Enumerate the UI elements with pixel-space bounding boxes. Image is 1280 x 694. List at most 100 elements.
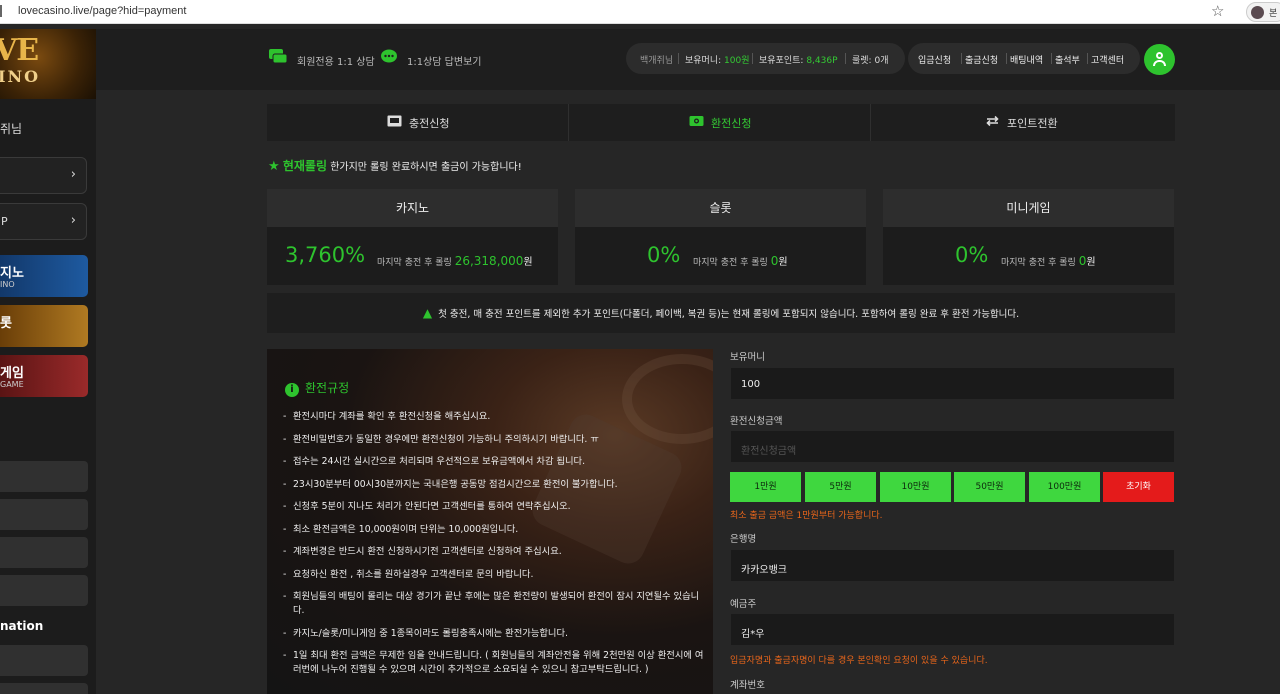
chevron-right-icon: › xyxy=(70,167,76,182)
card-sub: 마지막 충전 후 롤링 xyxy=(693,258,768,268)
site-logo[interactable]: VE INO xyxy=(0,29,96,99)
holder-label: 예금주 xyxy=(730,599,757,610)
list-item: 23시30분부터 00시30분까지는 국내은행 공동망 점검시간으로 환전이 불… xyxy=(283,478,708,492)
card-percent: 0% xyxy=(955,243,989,267)
list-item: 접수는 24시간 실시간으로 처리되며 우선적으로 보유금액에서 차감 됩니다. xyxy=(283,455,708,469)
point-value: 8,436P xyxy=(806,56,838,66)
money-label: 보유머니 xyxy=(730,352,765,363)
sidebar: VE INO 쥐님 › P › 지노 INO 롯 게임 GAME nation xyxy=(0,29,96,694)
card-percent: 0% xyxy=(647,243,681,267)
sidebar-game-slot[interactable]: 롯 xyxy=(0,305,88,347)
list-item: 계좌변경은 반드시 환전 신청하시기전 고객센터로 신청하여 주십시요. xyxy=(283,545,708,559)
list-item: 1일 최대 환전 금액은 무제한 임을 안내드립니다. ( 회원님들의 계좌안전… xyxy=(283,649,708,677)
tab-withdraw[interactable]: 환전신청 xyxy=(569,104,871,141)
top-bar: 회원전용 1:1 상담 1:1상담 답변보기 백개쥐님 보유머니: 100원 보… xyxy=(96,29,1280,90)
message-bubble-icon xyxy=(381,49,397,63)
info-icon: i xyxy=(285,383,299,397)
rolling-card-slot: 슬롯 0% 마지막 충전 후 롤링 0원 xyxy=(575,189,866,285)
site-info-icon[interactable] xyxy=(0,5,8,17)
menu-support[interactable]: 고객센터 xyxy=(1091,53,1124,66)
menu-withdraw[interactable]: 출금신청 xyxy=(965,53,998,66)
sidebar-link-5[interactable] xyxy=(0,645,88,676)
card-amount: 26,318,000 xyxy=(454,254,524,268)
bank-field: 카카오뱅크 xyxy=(730,549,1175,582)
consult-link[interactable]: 회원전용 1:1 상담 xyxy=(297,53,375,68)
card-sub: 마지막 충전 후 롤링 xyxy=(1001,258,1076,268)
warning-icon: ▲ xyxy=(422,306,433,320)
menu-attendance[interactable]: 출석부 xyxy=(1055,53,1080,66)
add-10k-button[interactable]: 1만원 xyxy=(730,472,801,502)
user-stats-bar: 백개쥐님 보유머니: 100원 보유포인트: 8,436P 룰렛: 0개 xyxy=(626,43,905,74)
list-item: 카지노/슬롯/미니게임 중 1종목이라도 롤링충족시에는 환전가능합니다. xyxy=(283,627,708,641)
url-text[interactable]: lovecasino.live/page?hid=payment xyxy=(18,5,186,17)
wallet-icon xyxy=(387,115,402,127)
list-item: 요청하신 환전 , 취소를 원하실경우 고객센터로 문의 바랍니다. xyxy=(283,568,708,582)
user-icon xyxy=(1156,52,1163,59)
rolling-desc: 한가지만 롤링 완료하시면 출금이 가능합니다! xyxy=(330,162,522,173)
card-percent: 3,760% xyxy=(285,243,366,267)
rolling-card-casino: 카지노 3,760% 마지막 충전 후 롤링 26,318,000원 xyxy=(267,189,558,285)
menu-deposit[interactable]: 입금신청 xyxy=(918,53,951,66)
add-500k-button[interactable]: 50만원 xyxy=(954,472,1025,502)
menu-betting-history[interactable]: 배팅내역 xyxy=(1010,53,1043,66)
cash-icon xyxy=(689,116,704,126)
card-sub: 마지막 충전 후 롤링 xyxy=(377,258,452,268)
chevron-right-icon: › xyxy=(70,213,76,228)
tab-deposit[interactable]: 충전신청 xyxy=(267,104,569,141)
sidebar-section-title: nation xyxy=(0,619,44,633)
sidebar-username: 쥐님 xyxy=(0,122,23,136)
min-amount-notice: 최소 출금 금액은 1만원부터 가능합니다. xyxy=(730,511,883,521)
sidebar-link-2[interactable] xyxy=(0,499,88,530)
rolling-card-minigame: 미니게임 0% 마지막 충전 후 롤링 0원 xyxy=(883,189,1174,285)
card-title: 카지노 xyxy=(267,189,558,227)
holder-notice: 입금자명과 출금자명이 다를 경우 본인확인 요청이 있을 수 있습니다. xyxy=(730,656,988,666)
card-title: 슬롯 xyxy=(575,189,866,227)
account-label: 계좌번호 xyxy=(730,680,765,691)
sidebar-menu-button-2[interactable]: P › xyxy=(0,203,87,240)
rolling-header: ★ 현재롤링 한가지만 롤링 완료하시면 출금이 가능합니다! xyxy=(268,157,522,174)
holder-field: 김*우 xyxy=(730,613,1175,646)
add-100k-button[interactable]: 10만원 xyxy=(880,472,951,502)
sidebar-link-1[interactable] xyxy=(0,461,88,492)
list-item: 회원님들의 배팅이 몰리는 대상 경기가 끝난 후에는 많은 환전량이 발생되어… xyxy=(283,590,708,618)
avatar xyxy=(1251,6,1264,19)
card-title: 미니게임 xyxy=(883,189,1174,227)
star-icon: ★ xyxy=(268,159,280,174)
money-field: 100 xyxy=(730,367,1175,400)
sidebar-game-casino[interactable]: 지노 INO xyxy=(0,255,88,297)
chat-icon xyxy=(269,49,287,64)
list-item: 환전비밀번호가 동일한 경우에만 환전신청이 가능하니 주의하시기 바랍니다. … xyxy=(283,433,708,447)
top-menu: 입금신청 출금신청 배팅내역 출석부 고객센터 xyxy=(908,43,1140,74)
add-1m-button[interactable]: 100만원 xyxy=(1029,472,1100,502)
browser-address-bar: lovecasino.live/page?hid=payment ☆ 본 xyxy=(0,0,1280,24)
withdraw-rules-panel: i환전규정 환전시마다 계좌를 확인 후 환전신청을 해주십시요. 환전비밀번호… xyxy=(267,349,713,694)
tab-point-exchange[interactable]: 포인트전환 xyxy=(871,104,1173,141)
sidebar-menu-button-1[interactable]: › xyxy=(0,157,87,194)
list-item: 환전시마다 계좌를 확인 후 환전신청을 해주십시요. xyxy=(283,410,708,424)
sidebar-link-6[interactable] xyxy=(0,683,88,694)
answers-link[interactable]: 1:1상담 답변보기 xyxy=(407,53,481,68)
profile-button[interactable]: 본 xyxy=(1246,2,1280,22)
bookmark-star-icon[interactable]: ☆ xyxy=(1211,2,1224,20)
sidebar-link-3[interactable] xyxy=(0,537,88,568)
exchange-icon xyxy=(986,115,999,127)
roulette-value: 0개 xyxy=(874,56,889,66)
rules-list: 환전시마다 계좌를 확인 후 환전신청을 해주십시요. 환전비밀번호가 동일한 … xyxy=(283,410,708,686)
rules-title: i 환전규정 xyxy=(285,379,349,397)
money-value: 100원 xyxy=(724,56,750,66)
list-item: 신청후 5분이 지나도 처리가 안된다면 고객센터를 통하여 연락주십시오. xyxy=(283,500,708,514)
rolling-title: 현재롤링 xyxy=(282,159,328,173)
user-profile-button[interactable] xyxy=(1144,44,1175,75)
payment-tabs: 충전신청 환전신청 포인트전환 xyxy=(267,104,1175,141)
profile-label: 본 xyxy=(1269,9,1278,19)
amount-input[interactable]: 환전신청금액 xyxy=(730,430,1175,463)
sidebar-game-minigame[interactable]: 게임 GAME xyxy=(0,355,88,397)
list-item: 최소 환전금액은 10,000원이며 단위는 10,000원입니다. xyxy=(283,523,708,537)
add-50k-button[interactable]: 5만원 xyxy=(805,472,876,502)
amount-label: 환전신청금액 xyxy=(730,416,783,427)
bank-label: 은행명 xyxy=(730,534,757,545)
rolling-notice: ▲ 첫 충전, 매 충전 포인트를 제외한 추가 포인트(다폴더, 페이백, 복… xyxy=(267,293,1175,333)
reset-button[interactable]: 초기화 xyxy=(1103,472,1174,502)
sidebar-link-4[interactable] xyxy=(0,575,88,606)
stats-username: 백개쥐님 xyxy=(640,56,674,66)
